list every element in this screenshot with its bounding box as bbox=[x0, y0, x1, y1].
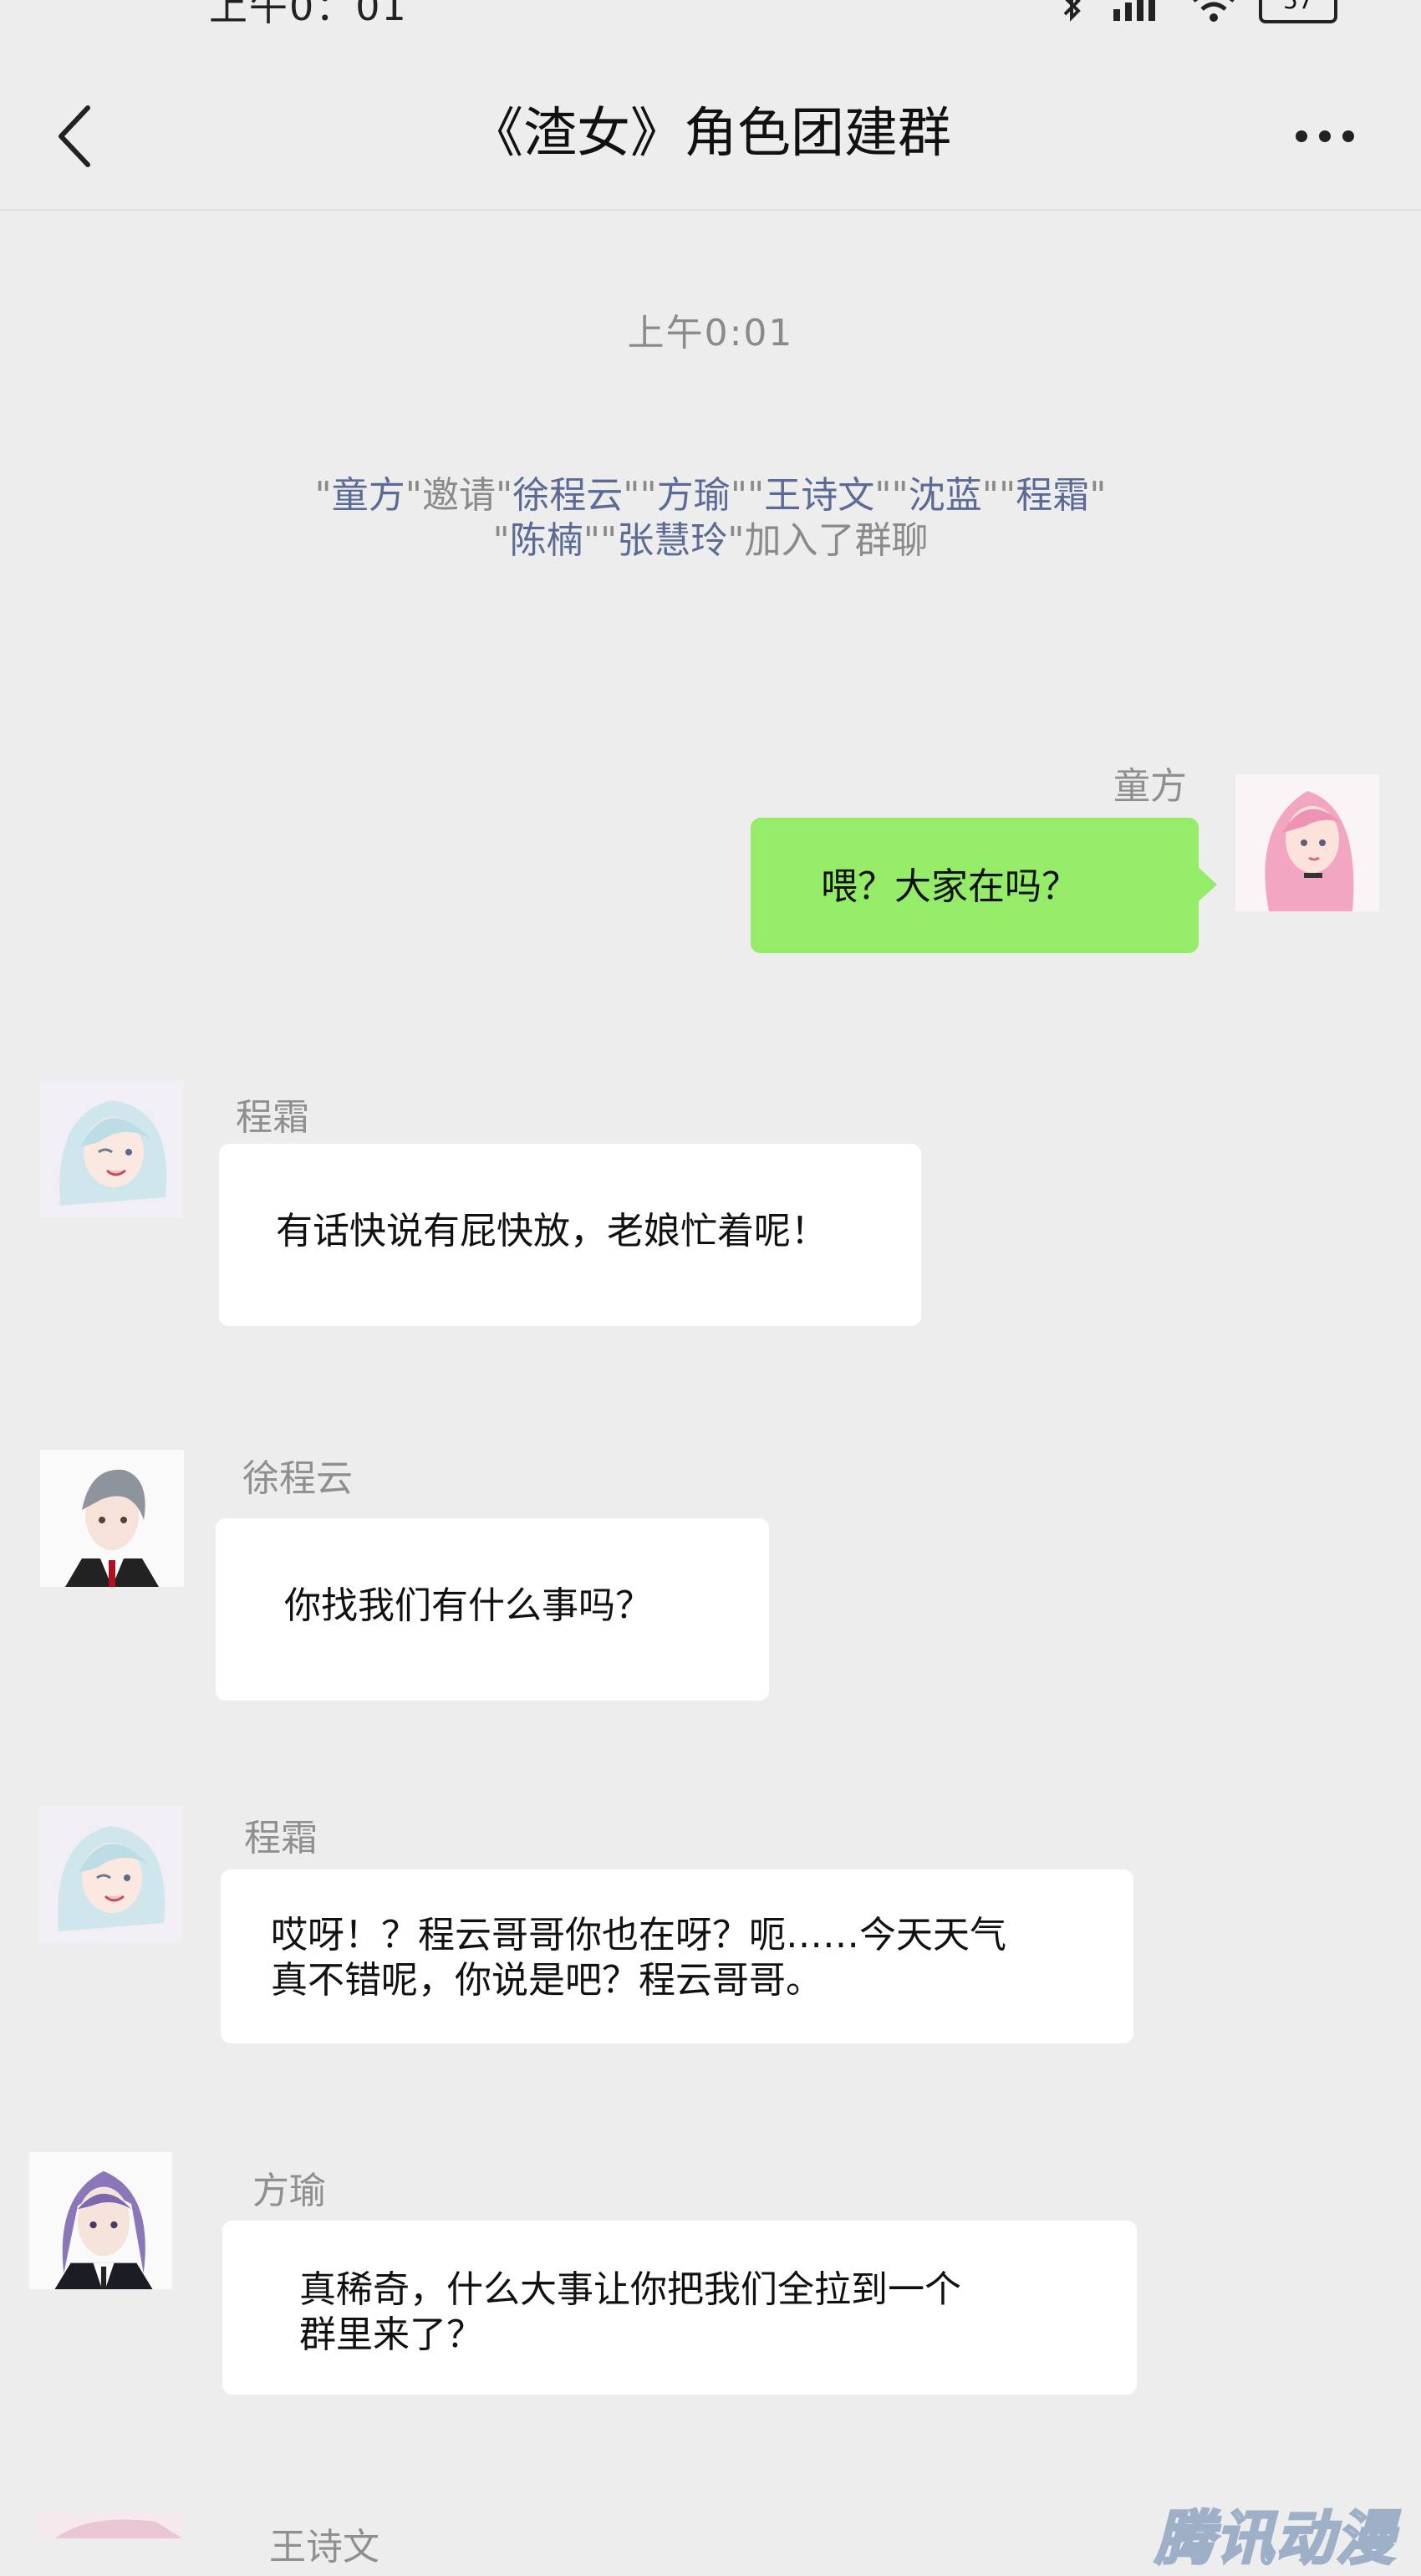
avatar-pink-hair-icon bbox=[1235, 774, 1379, 911]
chat-title: 《渣女》角色团建群 bbox=[470, 103, 951, 165]
battery-icon: 57 bbox=[1259, 0, 1337, 23]
name-link[interactable]: 王诗文 bbox=[764, 474, 874, 517]
name-link[interactable]: 沈蓝 bbox=[909, 474, 982, 517]
avatar-tongfang[interactable] bbox=[1235, 774, 1379, 911]
message-text-line: 真稀奇，什么大事让你把我们全拉到一个 bbox=[299, 2268, 961, 2311]
wifi-icon bbox=[1193, 0, 1235, 22]
message-text-line: 哎呀！？程云哥哥你也在呀？呃……今天天气 bbox=[271, 1914, 1006, 1956]
avatar-grey-hair-icon bbox=[40, 1450, 184, 1587]
avatar-xuchengyun[interactable] bbox=[40, 1450, 184, 1587]
more-dot bbox=[1342, 130, 1354, 142]
name-link[interactable]: 程霜 bbox=[1016, 474, 1089, 517]
avatar-wangshiwen[interactable] bbox=[38, 2513, 182, 2538]
watermark-logo: 腾讯动漫 bbox=[1154, 2503, 1396, 2574]
avatar-fangyu[interactable] bbox=[28, 2152, 172, 2289]
more-button[interactable] bbox=[1279, 99, 1371, 174]
avatar-icon bbox=[38, 2513, 182, 2538]
message-text: 喂？大家在吗？ bbox=[821, 865, 1078, 908]
bubble-tail bbox=[1197, 866, 1217, 903]
avatar-chengshuang[interactable] bbox=[38, 1806, 182, 1943]
battery-level: 57 bbox=[1283, 0, 1313, 14]
system-message: "童方"邀请"徐程云""方瑜""王诗文""沈蓝""程霜" "陈楠""张慧玲"加入… bbox=[167, 473, 1254, 564]
name-link[interactable]: 张慧玲 bbox=[617, 519, 727, 562]
avatar-chengshuang[interactable] bbox=[40, 1080, 184, 1217]
message-bubble[interactable]: 真稀奇，什么大事让你把我们全拉到一个 群里来了？ bbox=[222, 2221, 1137, 2395]
title-bar: 《渣女》角色团建群 bbox=[0, 75, 1421, 211]
name-link[interactable]: 徐程云 bbox=[512, 474, 623, 517]
message-text: 你找我们有什么事吗？ bbox=[284, 1584, 652, 1627]
avatar-purple-hair-icon bbox=[28, 2152, 172, 2289]
message-bubble[interactable]: 有话快说有屁快放，老娘忙着呢！ bbox=[219, 1144, 921, 1326]
message-text: 有话快说有屁快放，老娘忙着呢！ bbox=[276, 1210, 828, 1252]
more-dot bbox=[1319, 130, 1331, 142]
sender-name: 方瑜 bbox=[252, 2170, 326, 2212]
message-text-line: 真不错呢，你说是吧？程云哥哥。 bbox=[271, 1959, 823, 2002]
name-link[interactable]: 陈楠 bbox=[510, 519, 583, 562]
avatar-silver-hair-icon bbox=[40, 1080, 184, 1217]
sender-name: 王诗文 bbox=[269, 2526, 379, 2568]
message-timestamp: 上午0:01 bbox=[627, 312, 794, 355]
message-bubble[interactable]: 哎呀！？程云哥哥你也在呀？呃……今天天气 真不错呢，你说是吧？程云哥哥。 bbox=[221, 1870, 1133, 2043]
message-text-line: 群里来了？ bbox=[299, 2313, 483, 2356]
more-dot bbox=[1296, 130, 1307, 142]
bluetooth-icon bbox=[1063, 0, 1081, 22]
status-time: 上午0：01 bbox=[209, 0, 408, 29]
system-message-line-1: "童方"邀请"徐程云""方瑜""王诗文""沈蓝""程霜" bbox=[314, 474, 1107, 517]
message-bubble[interactable]: 你找我们有什么事吗？ bbox=[216, 1518, 769, 1701]
avatar-silver-hair-icon bbox=[38, 1806, 182, 1943]
signal-icon bbox=[1113, 0, 1155, 21]
name-link[interactable]: 童方 bbox=[332, 474, 405, 517]
status-icons: 57 bbox=[1055, 0, 1337, 23]
sender-name: 徐程云 bbox=[242, 1457, 353, 1500]
sender-name: 程霜 bbox=[244, 1817, 318, 1859]
sender-name: 童方 bbox=[1113, 765, 1187, 808]
name-link[interactable]: 方瑜 bbox=[657, 474, 731, 517]
system-message-line-2: "陈楠""张慧玲"加入了群聊 bbox=[492, 519, 929, 562]
sender-name: 程霜 bbox=[236, 1096, 309, 1139]
message-bubble-self[interactable]: 喂？大家在吗？ bbox=[751, 818, 1217, 953]
